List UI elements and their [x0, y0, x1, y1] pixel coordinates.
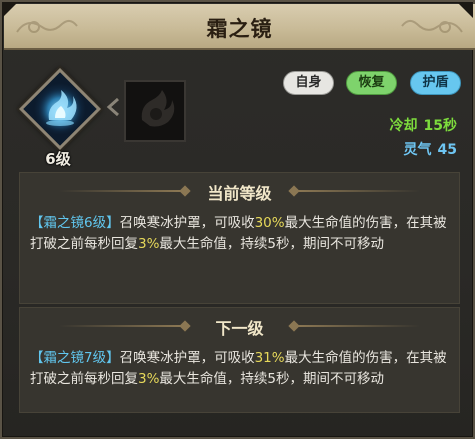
- tag-self: 自身: [283, 71, 334, 95]
- regen-percent: 3%: [138, 371, 160, 387]
- absorb-percent: 30%: [254, 215, 285, 231]
- locked-skill-icon: [141, 90, 175, 127]
- spirit-stat: 灵气 45: [404, 139, 457, 159]
- header-divider: [298, 190, 420, 192]
- absorb-percent: 31%: [254, 350, 285, 366]
- cooldown-stat: 冷却 15秒: [390, 115, 457, 135]
- skill-name-level: 【霜之镜7级】: [30, 350, 120, 366]
- regen-percent: 3%: [138, 236, 160, 252]
- cooldown-label: 冷却: [389, 118, 418, 134]
- next-skill-icon[interactable]: [124, 80, 186, 142]
- skill-detail-panel: 霜之镜 6级 自身 恢复 护盾 冷却 15秒 灵气 45 当前等级 【霜之镜6级…: [0, 0, 475, 439]
- spirit-value: 45: [437, 142, 457, 158]
- tag-recover: 恢复: [346, 71, 397, 95]
- description-text: 最大生命值，持续5秒，期间不可移动: [159, 371, 385, 387]
- header-divider: [298, 325, 420, 327]
- title-banner: 霜之镜: [4, 4, 475, 50]
- next-level-header: 下一级: [19, 313, 460, 339]
- current-level-description: 【霜之镜6级】召唤寒冰护罩，可吸收30%最大生命值的伤害，在其被打破之前每秒回复…: [30, 213, 450, 255]
- next-level-title: 下一级: [215, 319, 264, 338]
- spirit-label: 灵气: [403, 142, 432, 158]
- frost-mirror-skill-icon[interactable]: [18, 67, 102, 151]
- cooldown-value: 15秒: [423, 118, 457, 134]
- skill-level-label: 6级: [45, 150, 71, 168]
- chevron-left-icon: [106, 97, 119, 117]
- cloud-ornament-icon: [401, 20, 463, 33]
- description-text: 召唤寒冰护罩，可吸收: [119, 215, 255, 231]
- skill-name-level: 【霜之镜6级】: [30, 215, 120, 231]
- current-level-header: 当前等级: [19, 178, 460, 204]
- current-level-title: 当前等级: [207, 184, 272, 203]
- next-level-description: 【霜之镜7级】召唤寒冰护罩，可吸收31%最大生命值的伤害，在其被打破之前每秒回复…: [30, 348, 450, 390]
- description-text: 最大生命值，持续5秒，期间不可移动: [159, 236, 385, 252]
- tag-shield: 护盾: [410, 71, 461, 95]
- ice-shield-icon: [38, 88, 82, 132]
- description-text: 召唤寒冰护罩，可吸收: [119, 350, 255, 366]
